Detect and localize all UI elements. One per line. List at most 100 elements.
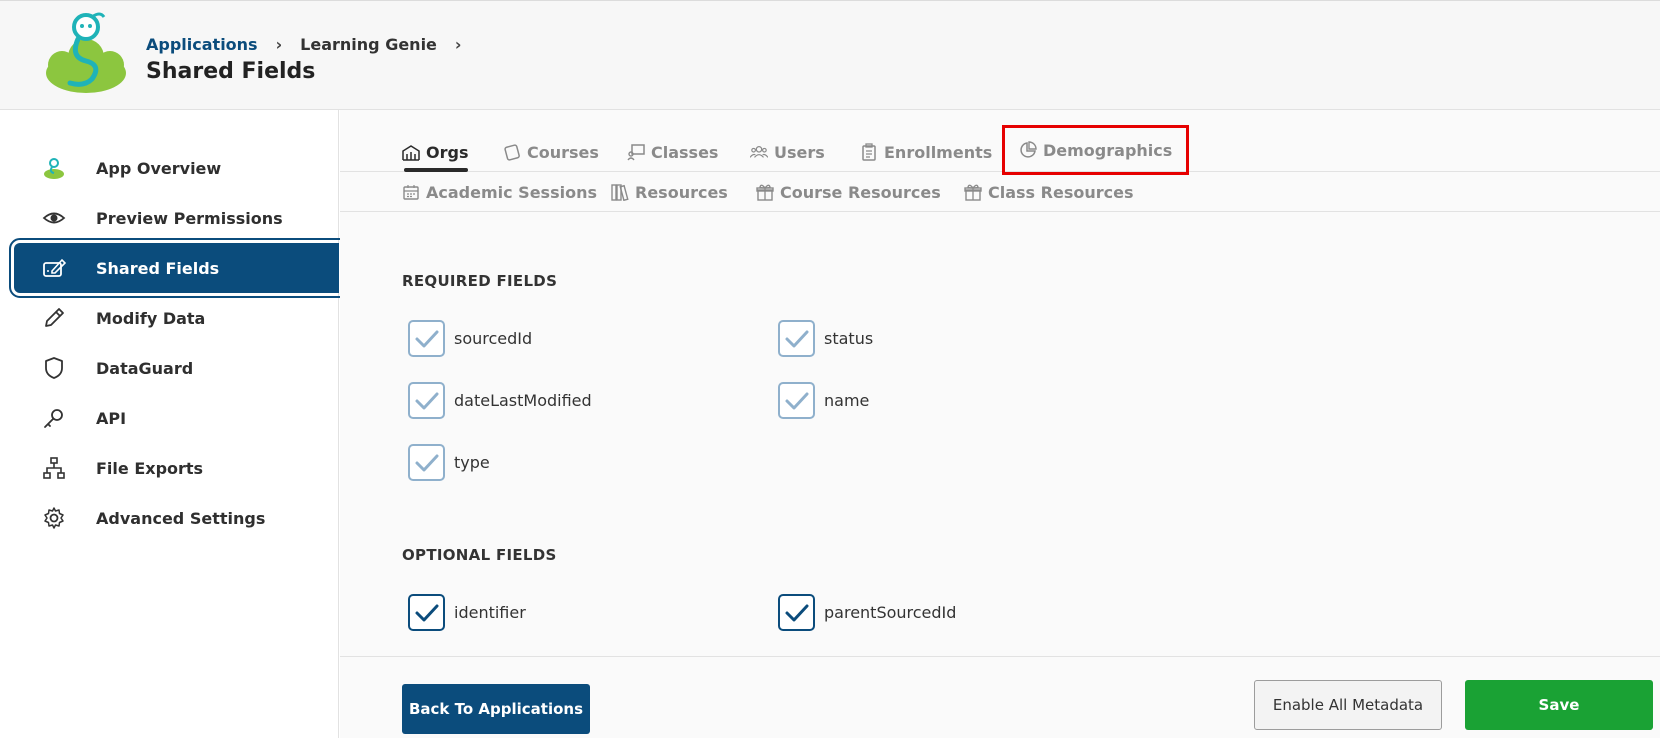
sidebar-item-label: File Exports — [96, 458, 204, 478]
field-checkbox[interactable] — [778, 320, 815, 357]
check-icon — [785, 392, 808, 409]
field-status: status — [778, 320, 873, 357]
field-label: dateLastModified — [454, 391, 592, 410]
sidebar-item-app-overview[interactable]: App Overview — [14, 143, 339, 193]
tab-label: Orgs — [426, 142, 469, 162]
page-title: Shared Fields — [146, 59, 316, 84]
tab-label: Course Resources — [780, 182, 941, 202]
tab-label: Academic Sessions — [426, 182, 597, 202]
required-fields-heading: REQUIRED FIELDS — [402, 272, 558, 290]
building-icon — [402, 143, 420, 161]
calendar-icon — [402, 183, 420, 201]
field-checkbox[interactable] — [408, 594, 445, 631]
entity-tabs-row-1: Orgs Courses Classes Users Enrollments D… — [340, 125, 1660, 175]
sidebar-item-label: Modify Data — [96, 308, 206, 328]
tab-label: Demographics — [1043, 140, 1173, 160]
tab-label: Users — [774, 142, 825, 162]
tab-orgs[interactable]: Orgs — [402, 132, 469, 172]
app-header: Applications › Learning Genie › Shared F… — [0, 0, 1660, 110]
eye-icon — [40, 204, 68, 232]
sidebar-item-advanced-settings[interactable]: Advanced Settings — [14, 493, 339, 543]
breadcrumb: Applications › Learning Genie › — [146, 35, 480, 54]
field-label: status — [824, 329, 874, 348]
sidebar-item-preview-permissions[interactable]: Preview Permissions — [14, 193, 339, 243]
field-checkbox[interactable] — [778, 382, 815, 419]
tab-label: Enrollments — [884, 142, 993, 162]
tab-class-resources[interactable]: Class Resources — [964, 172, 1133, 212]
gear-icon — [40, 504, 68, 532]
pen-square-icon — [40, 254, 68, 282]
gift-box-icon — [756, 183, 774, 201]
sidebar-item-label: Preview Permissions — [96, 208, 283, 228]
save-button[interactable]: Save — [1465, 680, 1653, 730]
shield-icon — [40, 354, 68, 382]
check-icon — [785, 330, 808, 347]
app-overview-icon — [40, 154, 68, 182]
sidebar-item-file-exports[interactable]: File Exports — [14, 443, 339, 493]
breadcrumb-applications[interactable]: Applications — [146, 35, 258, 54]
chevron-right-icon: › — [275, 35, 283, 54]
network-icon — [40, 454, 68, 482]
check-icon — [415, 392, 438, 409]
field-label: sourcedId — [454, 329, 533, 348]
pie-chart-icon — [1019, 141, 1037, 159]
tab-demographics[interactable]: Demographics — [1001, 125, 1190, 175]
sidebar-item-shared-fields[interactable]: Shared Fields — [9, 238, 344, 298]
check-icon — [415, 330, 438, 347]
main-content: Orgs Courses Classes Users Enrollments D… — [340, 110, 1660, 738]
clipboard-icon — [860, 143, 878, 161]
field-name: name — [778, 382, 869, 419]
field-checkbox[interactable] — [408, 320, 445, 357]
check-icon — [415, 604, 438, 621]
sidebar-item-dataguard[interactable]: DataGuard — [14, 343, 339, 393]
tab-label: Class Resources — [988, 182, 1134, 202]
chevron-right-icon: › — [454, 35, 462, 54]
tab-label: Classes — [651, 142, 719, 162]
entity-tabs-row-2: Academic Sessions Resources Course Resou… — [340, 172, 1660, 212]
field-sourcedid: sourcedId — [408, 320, 532, 357]
field-identifier: identifier — [408, 594, 526, 631]
sidebar-item-api[interactable]: API — [14, 393, 339, 443]
field-checkbox[interactable] — [408, 382, 445, 419]
field-label: parentSourcedId — [824, 603, 957, 622]
sidebar-item-label: DataGuard — [96, 358, 194, 378]
sidebar-item-modify-data[interactable]: Modify Data — [14, 293, 339, 343]
tab-label: Resources — [635, 182, 728, 202]
book-icon — [503, 143, 521, 161]
pencil-icon — [40, 304, 68, 332]
users-icon — [750, 143, 768, 161]
field-datelastmodified: dateLastModified — [408, 382, 592, 419]
back-to-applications-button[interactable]: Back To Applications — [402, 684, 590, 734]
field-checkbox[interactable] — [778, 594, 815, 631]
field-parentsourcedid: parentSourcedId — [778, 594, 956, 631]
breadcrumb-learning-genie[interactable]: Learning Genie — [300, 35, 437, 54]
tab-enrollments[interactable]: Enrollments — [860, 132, 992, 172]
learning-genie-logo — [40, 7, 132, 97]
sidebar-item-label: Advanced Settings — [96, 508, 266, 528]
tab-users[interactable]: Users — [750, 132, 825, 172]
tab-academic-sessions[interactable]: Academic Sessions — [402, 172, 597, 212]
sidebar-item-label: App Overview — [96, 158, 222, 178]
field-type: type — [408, 444, 490, 481]
tab-resources[interactable]: Resources — [611, 172, 728, 212]
books-icon — [611, 183, 629, 201]
action-footer: Back To Applications Enable All Metadata… — [340, 656, 1660, 738]
sidebar-item-label: Shared Fields — [96, 258, 220, 278]
check-icon — [785, 604, 808, 621]
enable-all-metadata-button[interactable]: Enable All Metadata — [1254, 680, 1442, 730]
field-checkbox[interactable] — [408, 444, 445, 481]
tab-courses[interactable]: Courses — [503, 132, 599, 172]
chalkboard-icon — [627, 143, 645, 161]
optional-fields-heading: OPTIONAL FIELDS — [402, 546, 557, 564]
tab-classes[interactable]: Classes — [627, 132, 718, 172]
field-label: identifier — [454, 603, 526, 622]
field-label: type — [454, 453, 490, 472]
tab-label: Courses — [527, 142, 599, 162]
check-icon — [415, 454, 438, 471]
gift-box-icon — [964, 183, 982, 201]
sidebar-item-label: API — [96, 408, 127, 428]
key-icon — [40, 404, 68, 432]
field-label: name — [824, 391, 870, 410]
sidebar: App Overview Preview Permissions Shared … — [0, 110, 344, 738]
tab-course-resources[interactable]: Course Resources — [756, 172, 941, 212]
